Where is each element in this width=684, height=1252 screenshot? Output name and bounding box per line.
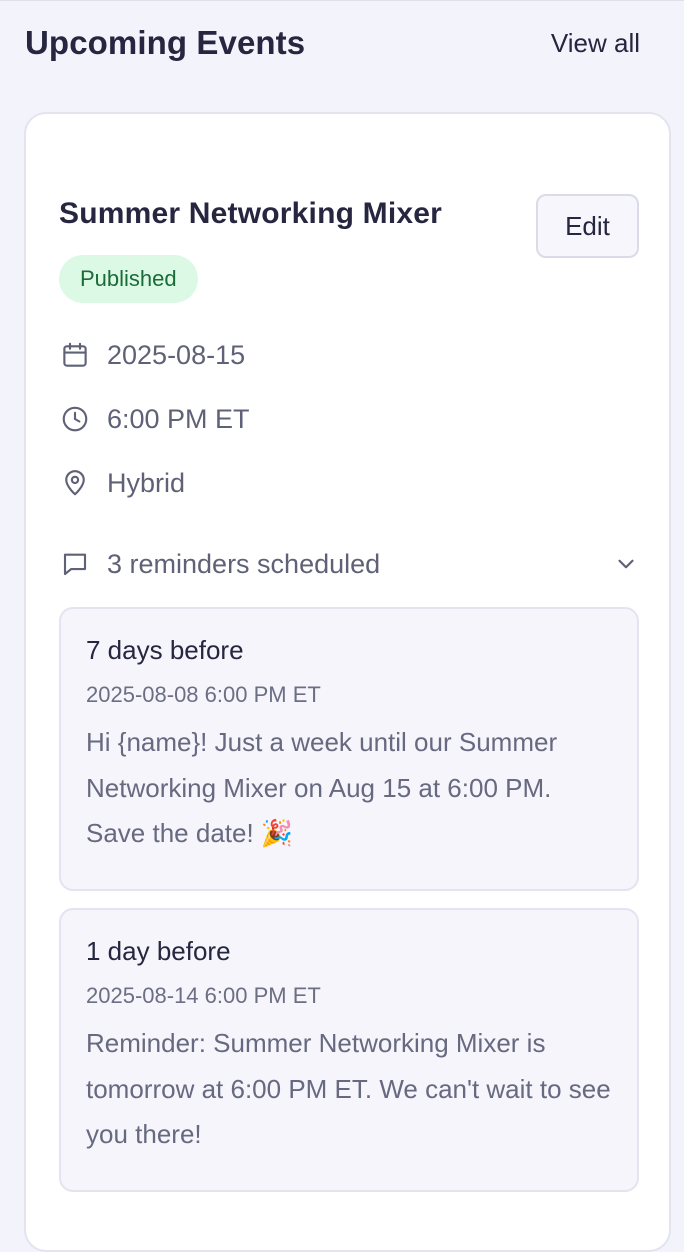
page-header: Upcoming Events View all [25,1,640,87]
reminder-message: Reminder: Summer Networking Mixer is tom… [86,1028,611,1149]
map-pin-icon [59,467,91,499]
reminder-item: 1 day before 2025-08-14 6:00 PM ET Remin… [59,908,639,1192]
event-location-row: Hybrid [59,467,185,499]
event-card: Summer Networking Mixer Edit Published 2… [24,112,671,1252]
event-location: Hybrid [107,467,186,498]
event-date: 2025-08-15 [107,339,246,370]
calendar-icon [59,339,91,371]
status-badge: Published [59,255,198,303]
reminder-datetime: 2025-08-08 6:00 PM ET [86,682,321,707]
event-time-row: 6:00 PM ET [59,403,250,435]
chevron-down-icon[interactable] [612,550,640,578]
message-icon [59,548,91,580]
event-time: 6:00 PM ET [107,403,250,434]
edit-button[interactable]: Edit [536,194,639,258]
clock-icon [59,403,91,435]
event-title: Summer Networking Mixer [59,197,443,230]
page-title: Upcoming Events [25,24,306,61]
reminder-label: 1 day before [86,936,231,966]
reminders-toggle[interactable]: 3 reminders scheduled [59,544,640,584]
reminder-label: 7 days before [86,635,244,665]
reminder-item: 7 days before 2025-08-08 6:00 PM ET Hi {… [59,607,639,891]
reminder-datetime: 2025-08-14 6:00 PM ET [86,983,321,1008]
view-all-link[interactable]: View all [551,28,640,59]
reminders-summary: 3 reminders scheduled [107,548,381,579]
event-date-row: 2025-08-15 [59,339,245,371]
reminder-message: Hi {name}! Just a week until our Summer … [86,727,558,848]
